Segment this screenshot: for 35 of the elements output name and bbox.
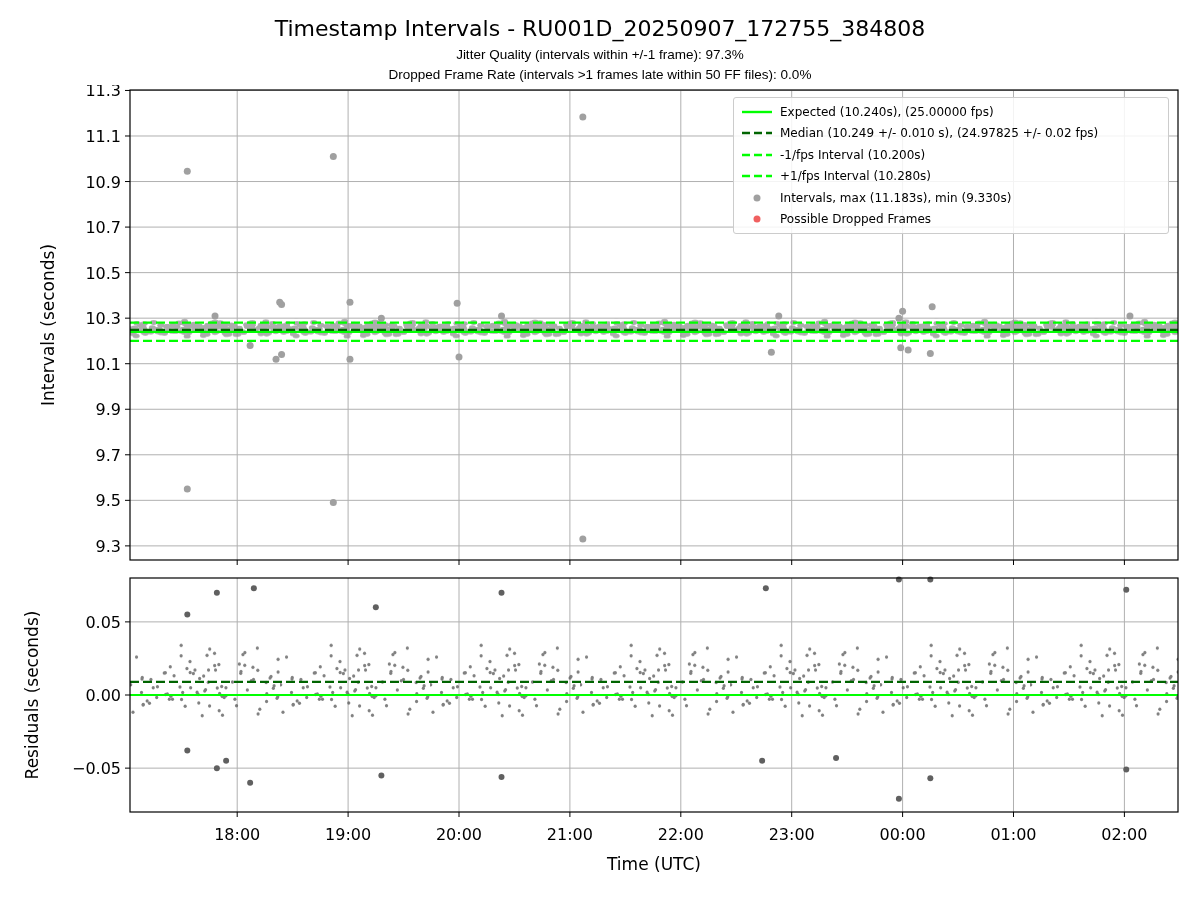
- figure-title: Timestamp Intervals - RU001D_20250907_172755_384808: [274, 15, 926, 44]
- tick-label: −0.05: [71, 759, 121, 779]
- axis-label: Intervals (seconds): [38, 243, 58, 407]
- tick-label: 10.5: [85, 263, 121, 283]
- tick-label: 20:00: [435, 825, 483, 844]
- figure-subtitle: Jitter Quality (intervals within +/-1 frame): 97.3%: [456, 46, 744, 64]
- tick-label: 0.00: [85, 686, 121, 705]
- axis-label: Time (UTC): [607, 854, 701, 874]
- legend-label: Median (10.249 +/- 0.010 s), (24.97825 +/- 0.02 fps): [780, 126, 1099, 141]
- tick-label: 9.7: [95, 445, 121, 465]
- tick-label: 11.1: [85, 127, 121, 146]
- legend-label: Intervals, max (11.183s), min (9.330s): [780, 190, 1012, 205]
- tick-label: 02:00: [1101, 825, 1148, 844]
- tick-label: 9.5: [95, 491, 121, 511]
- tick-label: 23:00: [768, 825, 815, 844]
- tick-label: 00:00: [879, 825, 926, 844]
- tick-label: 19:00: [325, 825, 372, 844]
- legend-label: -1/fps Interval (10.200s): [780, 147, 926, 162]
- figure-subtitle: Dropped Frame Rate (intervals >1 frames late within 50 FF files): 0.0%: [388, 66, 812, 84]
- tick-label: 11.3: [85, 85, 121, 101]
- legend-label: Possible Dropped Frames: [780, 212, 932, 227]
- tick-label: 22:00: [657, 825, 704, 844]
- tick-label: 10.3: [85, 309, 121, 329]
- tick-label: 01:00: [990, 825, 1037, 844]
- tick-label: 9.3: [95, 536, 121, 556]
- tick-label: 10.9: [85, 172, 121, 192]
- legend-label: Expected (10.240s), (25.00000 fps): [780, 104, 994, 119]
- axis-label: Residuals (seconds): [22, 610, 42, 780]
- tick-label: 0.05: [85, 612, 121, 632]
- tick-label: 21:00: [546, 825, 593, 844]
- legend-label: +1/fps Interval (10.280s): [780, 169, 931, 184]
- tick-label: 10.7: [85, 218, 121, 238]
- tick-label: 18:00: [214, 825, 261, 844]
- tick-label: 10.1: [85, 354, 121, 374]
- tick-label: 9.9: [95, 400, 121, 420]
